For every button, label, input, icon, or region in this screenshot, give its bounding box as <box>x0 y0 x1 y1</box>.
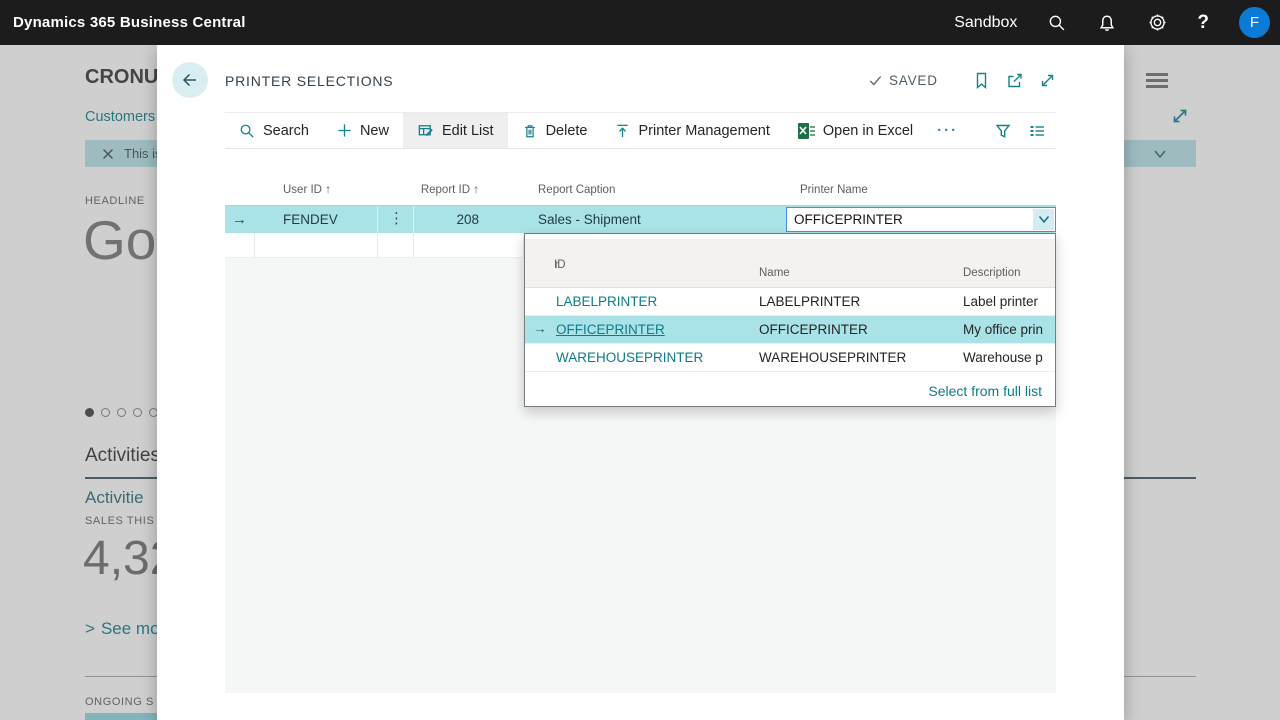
help-question-icon[interactable]: ? <box>1197 12 1209 34</box>
cell-divider <box>413 206 414 233</box>
settings-gear-icon[interactable] <box>1147 13 1167 33</box>
report-id-header-label: Report ID <box>420 184 471 196</box>
choose-view-list-icon[interactable] <box>1024 113 1050 148</box>
printer-name-cell: WAREHOUSEPRINTER <box>759 350 907 365</box>
printer-management-action[interactable]: Printer Management <box>601 113 783 148</box>
app-title: Dynamics 365 Business Central <box>13 14 246 31</box>
printer-description-cell: My office prin <box>963 322 1044 337</box>
printer-name-header-label: Printer Name <box>800 184 868 196</box>
column-header-report-caption[interactable]: Report Caption <box>538 184 615 196</box>
environment-badge: Sandbox <box>954 13 1018 31</box>
page-title: PRINTER SELECTIONS <box>225 73 394 89</box>
avatar[interactable]: F <box>1239 7 1270 38</box>
expand-page-icon[interactable] <box>1038 71 1058 91</box>
dropdown-column-name[interactable]: Name <box>759 267 790 279</box>
action-toolbar: Search New Edit List Delete Printer Mana… <box>225 112 1056 149</box>
printer-name-combobox[interactable]: OFFICEPRINTER <box>786 207 1056 232</box>
user-id-cell[interactable]: FENDEV <box>283 212 338 227</box>
dropdown-row-officeprinter-selected[interactable]: → OFFICEPRINTER OFFICEPRINTER My office … <box>525 316 1055 344</box>
printer-description-cell: Label printer <box>963 294 1039 309</box>
search-icon <box>240 124 254 138</box>
printer-name-cell: OFFICEPRINTER <box>759 322 868 337</box>
printer-description-cell: Warehouse p <box>963 350 1043 365</box>
cell-divider <box>377 206 378 233</box>
new-label: New <box>359 122 389 139</box>
save-status-label: SAVED <box>889 73 938 88</box>
printer-id-link[interactable]: OFFICEPRINTER <box>556 322 665 337</box>
report-id-cell[interactable]: 208 <box>413 212 479 227</box>
filter-icon[interactable] <box>990 113 1016 148</box>
sort-ascending-icon: ↑ <box>554 259 560 271</box>
more-options-button[interactable]: ··· <box>927 113 968 148</box>
check-icon <box>869 76 882 86</box>
save-status: SAVED <box>868 73 938 88</box>
edit-list-icon <box>418 125 433 137</box>
report-caption-cell[interactable]: Sales - Shipment <box>538 212 641 227</box>
delete-label: Delete <box>545 122 588 139</box>
report-caption-header-label: Report Caption <box>538 184 616 196</box>
trash-icon <box>524 124 535 137</box>
combobox-chevron-down-icon[interactable] <box>1033 209 1054 230</box>
select-from-full-list-link[interactable]: Select from full list <box>928 383 1042 399</box>
current-row-marker-icon: → <box>533 321 547 336</box>
edit-list-label: Edit List <box>441 122 494 139</box>
printer-name-value: OFFICEPRINTER <box>794 212 903 227</box>
search-label: Search <box>263 122 309 139</box>
user-id-header-label: User ID <box>283 184 322 196</box>
printer-id-link[interactable]: WAREHOUSEPRINTER <box>556 350 703 365</box>
printer-lookup-dropdown: ID ↑ Name Description LABELPRINTER LABEL… <box>524 233 1056 407</box>
notifications-bell-icon[interactable] <box>1097 13 1117 33</box>
open-in-excel-label: Open in Excel <box>822 122 914 139</box>
column-header-printer-name[interactable]: Printer Name <box>800 184 868 196</box>
printer-name-cell: LABELPRINTER <box>759 294 861 309</box>
cell-divider <box>377 233 378 258</box>
dropdown-column-description[interactable]: Description <box>963 267 1021 279</box>
dropdown-header-row: ID ↑ Name Description <box>525 239 1055 288</box>
app-top-bar: Dynamics 365 Business Central Sandbox ? … <box>0 0 1280 45</box>
arrow-left-icon <box>182 73 196 87</box>
excel-icon <box>797 122 815 139</box>
edit-list-action[interactable]: Edit List <box>402 113 508 148</box>
current-row-marker-icon: → <box>232 211 247 228</box>
arrow-up-to-bar-icon <box>617 124 629 137</box>
search-action[interactable]: Search <box>225 113 323 148</box>
dropdown-row-labelprinter[interactable]: LABELPRINTER LABELPRINTER Label printer <box>525 288 1055 316</box>
open-in-excel-action[interactable]: Open in Excel <box>784 113 927 148</box>
bookmark-icon[interactable] <box>972 71 992 91</box>
top-bar-actions: Sandbox ? F <box>954 0 1270 45</box>
sort-ascending-icon: ↑ <box>325 184 331 196</box>
sort-ascending-icon: ↑ <box>473 184 479 196</box>
screen: Dynamics 365 Business Central Sandbox ? … <box>0 0 1280 720</box>
new-action[interactable]: New <box>323 113 403 148</box>
delete-action[interactable]: Delete <box>508 113 602 148</box>
printer-selections-page: PRINTER SELECTIONS SAVED Search New Edit… <box>157 45 1124 720</box>
column-header-user-id[interactable]: User ID ↑ <box>283 184 331 196</box>
search-icon[interactable] <box>1047 13 1067 33</box>
printer-management-label: Printer Management <box>638 122 770 139</box>
printer-id-link[interactable]: LABELPRINTER <box>556 294 657 309</box>
row-options-icon[interactable]: ⋮ <box>389 209 404 227</box>
cell-divider <box>413 233 414 258</box>
cell-divider <box>254 233 255 258</box>
back-button[interactable] <box>172 62 208 98</box>
plus-icon <box>338 124 351 137</box>
dropdown-row-warehouseprinter[interactable]: WAREHOUSEPRINTER WAREHOUSEPRINTER Wareho… <box>525 344 1055 372</box>
open-in-new-window-icon[interactable] <box>1005 71 1025 91</box>
column-header-report-id[interactable]: Report ID ↑ <box>413 184 479 196</box>
